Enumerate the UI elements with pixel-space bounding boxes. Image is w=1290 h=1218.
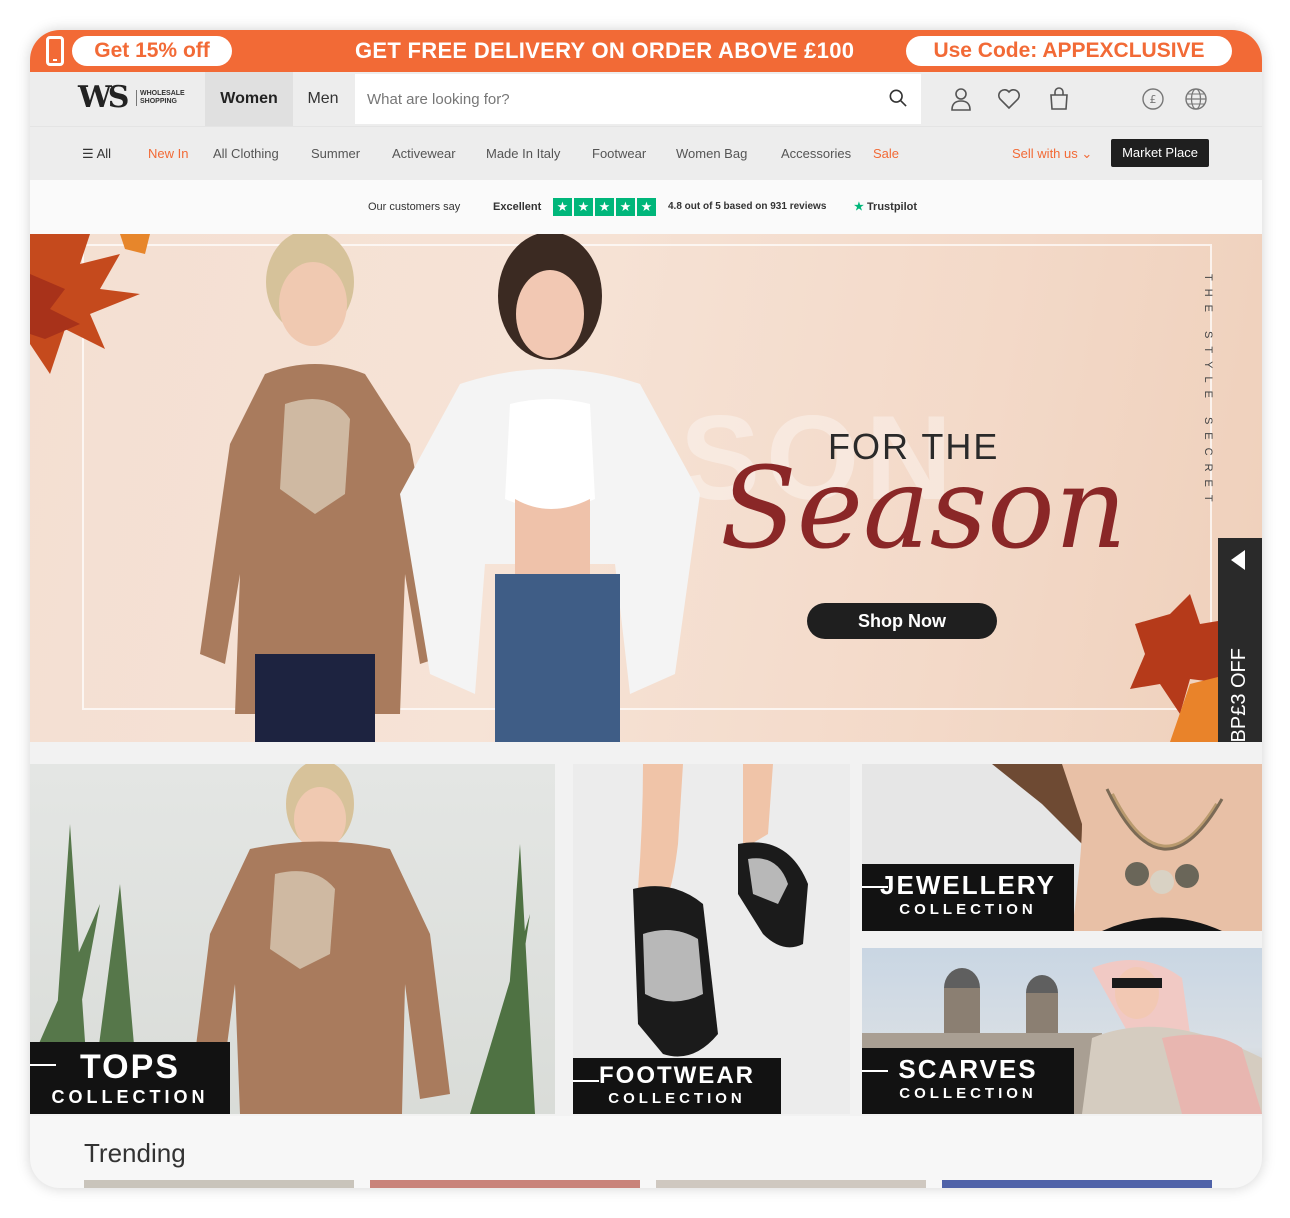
gender-tab-men[interactable]: Men bbox=[295, 72, 351, 126]
trustpilot-logo: ★ Trustpilot bbox=[854, 201, 918, 213]
tops-collection-label: TOPS COLLECTION bbox=[30, 1042, 230, 1114]
star-icon: ★ bbox=[595, 198, 614, 216]
nav-item-summer[interactable]: Summer bbox=[311, 127, 360, 181]
globe-icon[interactable] bbox=[1185, 88, 1207, 110]
star-icon: ★ bbox=[637, 198, 656, 216]
trust-excellent: Excellent bbox=[493, 201, 542, 213]
star-icon: ★ bbox=[553, 198, 572, 216]
bag-icon[interactable] bbox=[1047, 86, 1071, 112]
autumn-leaves-decoration bbox=[30, 234, 150, 374]
category-nav: ☰ All New In All Clothing Summer Activew… bbox=[30, 126, 1262, 180]
nav-item-footwear[interactable]: Footwear bbox=[592, 127, 646, 181]
trending-product-thumbnail[interactable] bbox=[84, 1180, 354, 1188]
app-window: Get 15% off GET FREE DELIVERY ON ORDER A… bbox=[30, 30, 1262, 1188]
logo-mark: WS bbox=[78, 80, 129, 115]
market-place-button[interactable]: Market Place bbox=[1111, 139, 1209, 167]
scarves-collection-label: SCARVES COLLECTION bbox=[862, 1048, 1074, 1114]
trustpilot-star-icon: ★ bbox=[854, 201, 864, 213]
discount-side-tab[interactable]: GET GBP£3 OFF bbox=[1218, 538, 1262, 742]
star-icon: ★ bbox=[616, 198, 635, 216]
trending-product-thumbnail[interactable] bbox=[942, 1180, 1212, 1188]
jewellery-collection-label: JEWELLERY COLLECTION bbox=[862, 864, 1074, 931]
style-secret-vertical-text: THE STYLE SECRET bbox=[1202, 274, 1214, 510]
nav-item-made-in-italy[interactable]: Made In Italy bbox=[486, 127, 560, 181]
search-icon[interactable] bbox=[889, 89, 907, 107]
scarves-collection-tile[interactable]: SCARVES COLLECTION bbox=[862, 948, 1262, 1114]
trending-product-thumbnail[interactable] bbox=[370, 1180, 640, 1188]
model-white-cardigan-image bbox=[400, 234, 700, 742]
nav-item-sale[interactable]: Sale bbox=[873, 127, 899, 181]
shop-now-button[interactable]: Shop Now bbox=[807, 603, 997, 639]
search-input[interactable] bbox=[367, 84, 867, 114]
hamburger-icon: ☰ bbox=[82, 146, 97, 161]
hero-banner[interactable]: SON FOR THE Season Shop Now THE STYLE SE… bbox=[30, 234, 1262, 742]
hero-season-script: Season bbox=[720, 444, 1127, 574]
trustpilot-bar[interactable]: Our customers say Excellent ★ ★ ★ ★ ★ 4.… bbox=[30, 180, 1262, 234]
footwear-collection-tile[interactable]: FOOTWEAR COLLECTION bbox=[573, 764, 850, 1114]
nav-item-all-clothing[interactable]: All Clothing bbox=[213, 127, 279, 181]
trust-say-text: Our customers say bbox=[368, 201, 461, 213]
trending-carousel bbox=[84, 1180, 1212, 1188]
wishlist-heart-icon[interactable] bbox=[997, 86, 1021, 112]
discount-pill[interactable]: Get 15% off bbox=[72, 36, 232, 66]
nav-item-accessories[interactable]: Accessories bbox=[781, 127, 851, 181]
tops-collection-tile[interactable]: TOPS COLLECTION bbox=[30, 764, 555, 1114]
nav-item-new-in[interactable]: New In bbox=[148, 127, 188, 181]
all-categories-menu[interactable]: ☰ All bbox=[82, 127, 111, 181]
chevron-down-icon: ⌄ bbox=[1081, 146, 1093, 161]
header: WS WHOLESALE SHOPPING Women Men £ bbox=[30, 72, 1262, 126]
jewellery-collection-tile[interactable]: JEWELLERY COLLECTION bbox=[862, 764, 1262, 931]
nav-item-women-bag[interactable]: Women Bag bbox=[676, 127, 747, 181]
side-tab-label: GET GBP£3 OFF bbox=[1228, 648, 1250, 742]
trust-stars: ★ ★ ★ ★ ★ bbox=[553, 198, 656, 216]
logo-wordmark: WHOLESALE SHOPPING bbox=[136, 90, 185, 106]
footwear-collection-label: FOOTWEAR COLLECTION bbox=[573, 1058, 781, 1114]
phone-icon bbox=[46, 36, 64, 66]
collections-grid: TOPS COLLECTION FOOTWEAR COLLECTION JEWE… bbox=[30, 742, 1262, 1116]
promo-bar[interactable]: Get 15% off GET FREE DELIVERY ON ORDER A… bbox=[30, 30, 1262, 72]
search-box bbox=[355, 74, 921, 124]
sell-with-us-dropdown[interactable]: Sell with us ⌄ bbox=[1012, 127, 1092, 181]
currency-pound-icon[interactable]: £ bbox=[1142, 88, 1164, 110]
star-icon: ★ bbox=[574, 198, 593, 216]
trending-heading: Trending bbox=[84, 1138, 186, 1168]
trust-rating: 4.8 out of 5 based on 931 reviews bbox=[668, 201, 827, 212]
logo[interactable]: WS WHOLESALE SHOPPING bbox=[78, 80, 196, 118]
trending-product-thumbnail[interactable] bbox=[656, 1180, 926, 1188]
svg-text:£: £ bbox=[1150, 93, 1157, 106]
autumn-leaves-decoration bbox=[1130, 594, 1230, 742]
caret-left-icon bbox=[1231, 550, 1245, 570]
delivery-headline: GET FREE DELIVERY ON ORDER ABOVE £100 bbox=[355, 38, 855, 63]
nav-item-activewear[interactable]: Activewear bbox=[392, 127, 456, 181]
promo-code-pill[interactable]: Use Code: APPEXCLUSIVE bbox=[906, 36, 1232, 66]
gender-tab-women[interactable]: Women bbox=[205, 72, 293, 126]
account-icon[interactable] bbox=[949, 86, 973, 112]
